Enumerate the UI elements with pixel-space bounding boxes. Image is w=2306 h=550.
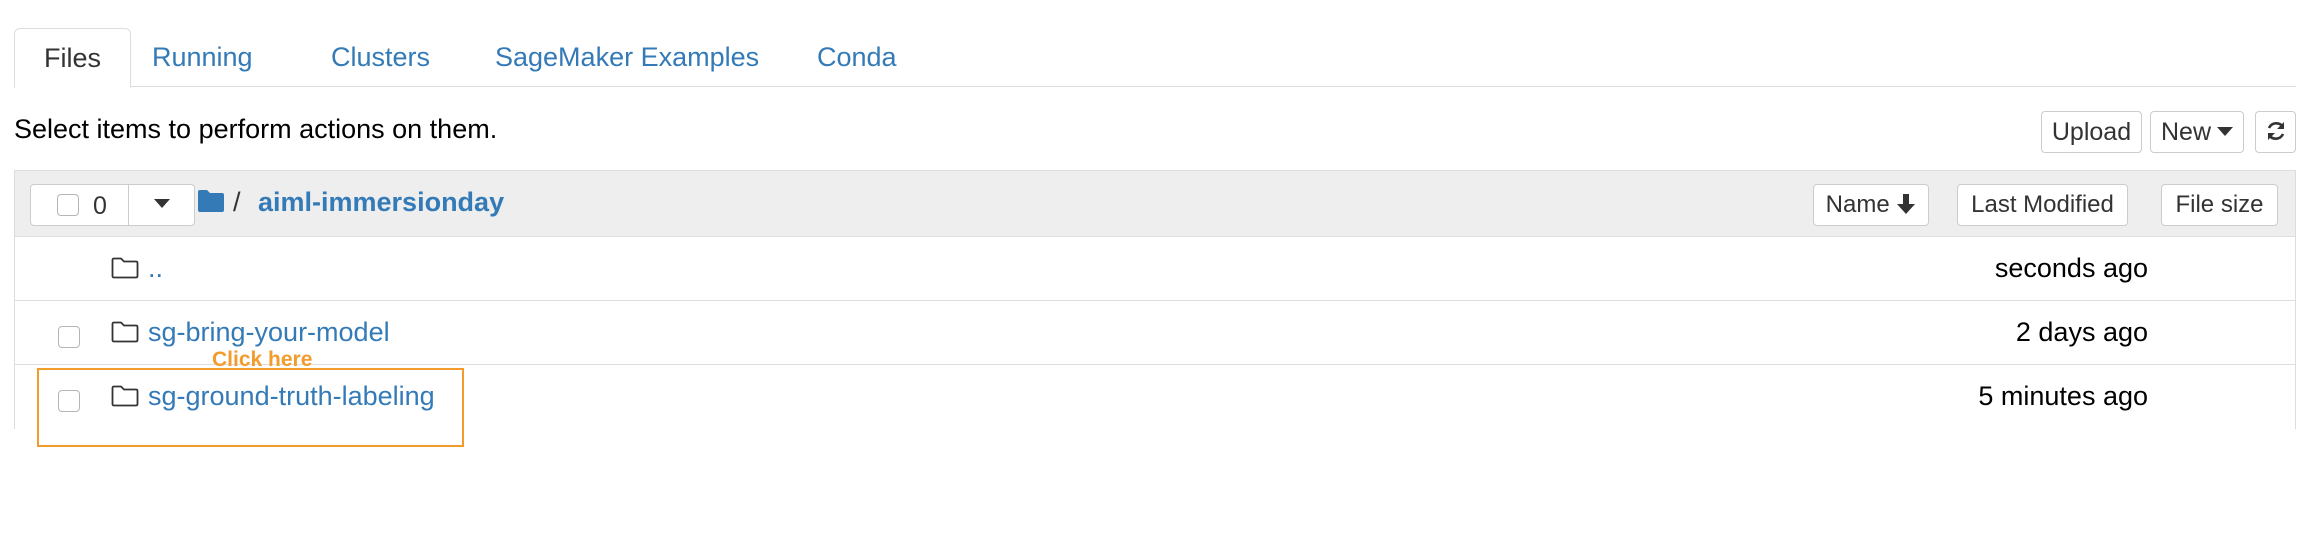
item-checkbox[interactable] xyxy=(58,326,80,348)
annotation-label: Click here xyxy=(212,348,313,371)
upload-button[interactable]: Upload xyxy=(2041,111,2142,153)
list-header: 0 / aiml-immersionday Name Last Modified… xyxy=(15,171,2295,237)
folder-icon[interactable] xyxy=(197,189,225,213)
sort-by-size-button[interactable]: File size xyxy=(2161,184,2278,226)
list-item[interactable]: sg-bring-your-model 2 days ago xyxy=(15,301,2295,365)
sort-by-name-button[interactable]: Name xyxy=(1813,184,1929,226)
breadcrumb-current-dir[interactable]: aiml-immersionday xyxy=(258,185,504,219)
arrow-down-icon xyxy=(1897,193,1916,214)
refresh-button[interactable] xyxy=(2255,111,2296,153)
new-button-label: New xyxy=(2160,118,2211,146)
select-all-group: 0 xyxy=(30,184,195,226)
selection-hint: Select items to perform actions on them. xyxy=(14,114,498,144)
list-item[interactable]: .. seconds ago xyxy=(15,237,2295,301)
chevron-down-icon xyxy=(2217,127,2233,137)
sort-name-label: Name xyxy=(1825,191,1890,218)
tab-conda[interactable]: Conda xyxy=(817,28,897,87)
tab-files[interactable]: Files xyxy=(14,28,131,88)
item-modified: 5 minutes ago xyxy=(1978,381,2148,411)
select-dropdown-toggle[interactable] xyxy=(129,185,195,225)
tab-sagemaker-examples[interactable]: SageMaker Examples xyxy=(495,28,759,87)
folder-open-icon xyxy=(111,257,139,279)
item-link[interactable]: sg-bring-your-model xyxy=(148,315,390,349)
folder-open-icon xyxy=(111,321,139,343)
chevron-down-icon xyxy=(154,198,170,208)
tab-running[interactable]: Running xyxy=(152,28,253,87)
tab-clusters[interactable]: Clusters xyxy=(331,28,430,87)
item-modified: 2 days ago xyxy=(2015,317,2148,347)
tab-bar: Files Running Clusters SageMaker Example… xyxy=(14,28,2296,88)
sort-by-modified-button[interactable]: Last Modified xyxy=(1957,184,2128,226)
new-dropdown-button[interactable]: New xyxy=(2150,111,2244,153)
selected-count: 0 xyxy=(93,192,107,220)
breadcrumb-separator: / xyxy=(233,187,241,217)
refresh-icon xyxy=(2267,122,2284,141)
item-link[interactable]: .. xyxy=(148,251,163,285)
select-all-checkbox[interactable] xyxy=(57,194,79,216)
annotation-highlight-box xyxy=(37,368,464,447)
item-modified: seconds ago xyxy=(1994,253,2148,283)
